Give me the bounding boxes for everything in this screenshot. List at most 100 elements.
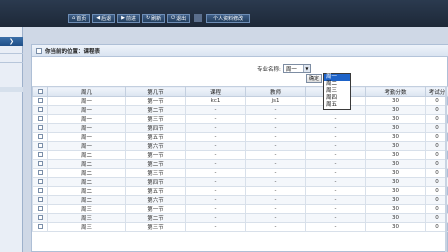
schedule-table: 周几 第几节 课程 教师 教室 考勤分数 考试分 周一第一节kc1js1jsmc… bbox=[32, 86, 448, 232]
table-cell: - bbox=[245, 114, 306, 124]
table-cell: 第二节 bbox=[125, 159, 186, 169]
table-cell: - bbox=[245, 105, 306, 115]
row-checkbox[interactable] bbox=[32, 186, 48, 196]
table-cell: - bbox=[245, 159, 306, 169]
row-checkbox[interactable] bbox=[32, 132, 48, 142]
table-cell: 第二节 bbox=[125, 213, 186, 223]
table-cell: - bbox=[305, 177, 366, 187]
checkbox-icon bbox=[37, 134, 43, 139]
table-cell: - bbox=[245, 213, 306, 223]
table-cell: - bbox=[245, 150, 306, 160]
row-checkbox[interactable] bbox=[32, 105, 48, 115]
row-checkbox[interactable] bbox=[32, 213, 48, 223]
table-cell: 30 bbox=[365, 132, 426, 142]
checkbox-icon bbox=[37, 188, 43, 193]
checkbox-icon bbox=[37, 125, 43, 130]
table-cell: 30 bbox=[365, 141, 426, 151]
table-cell: - bbox=[245, 186, 306, 196]
row-checkbox[interactable] bbox=[32, 123, 48, 133]
dropdown-option[interactable]: 周三 bbox=[324, 88, 350, 95]
row-checkbox[interactable] bbox=[32, 204, 48, 214]
table-cell: 第五节 bbox=[125, 186, 186, 196]
table-cell: 第一节 bbox=[125, 96, 186, 106]
row-checkbox[interactable] bbox=[32, 159, 48, 169]
dropdown-option[interactable]: 周一 bbox=[324, 74, 350, 81]
table-cell: 第四节 bbox=[125, 123, 186, 133]
table-cell: - bbox=[245, 132, 306, 142]
table-cell: 周三 bbox=[47, 222, 126, 232]
table-cell: 周二 bbox=[47, 177, 126, 187]
column-header: 课程 bbox=[185, 86, 246, 97]
logout-button[interactable]: ⏻ 退出 bbox=[167, 13, 191, 23]
checkbox-icon bbox=[37, 224, 43, 229]
checkbox-icon bbox=[37, 116, 43, 121]
table-row: 周三 第三节 - - -30 0 bbox=[32, 222, 448, 232]
table-cell: 30 bbox=[365, 150, 426, 160]
table-cell: 30 bbox=[365, 213, 426, 223]
row-checkbox[interactable] bbox=[32, 150, 48, 160]
sidebar-scrollbar[interactable] bbox=[0, 87, 23, 92]
row-checkbox[interactable] bbox=[32, 222, 48, 232]
table-cell: 周三 bbox=[47, 204, 126, 214]
table-cell: 第三节 bbox=[125, 222, 186, 232]
column-header: 第几节 bbox=[125, 86, 186, 97]
row-checkbox[interactable] bbox=[32, 195, 48, 205]
column-header: 周几 bbox=[47, 86, 126, 97]
table-cell: 周一 bbox=[47, 114, 126, 124]
refresh-button[interactable]: ↻ 刷新 bbox=[141, 13, 166, 23]
row-checkbox[interactable] bbox=[32, 114, 48, 124]
table-cell: - bbox=[245, 177, 306, 187]
sidebar-divider bbox=[0, 53, 23, 54]
table-cell: - bbox=[185, 186, 246, 196]
table-cell: 周一 bbox=[47, 105, 126, 115]
weekday-select[interactable]: 周一 ▼ bbox=[282, 64, 311, 73]
sidebar-toggle[interactable]: ❯ bbox=[0, 37, 23, 46]
back-label: 后退 bbox=[101, 15, 112, 22]
row-checkbox[interactable] bbox=[32, 141, 48, 151]
table-cell: 周二 bbox=[47, 150, 126, 160]
profile-edit-button[interactable]: 个人资料修改 bbox=[206, 13, 251, 23]
table-cell: kc1 bbox=[185, 96, 246, 106]
table-cell: 周一 bbox=[47, 141, 126, 151]
chevron-down-icon[interactable]: ▼ bbox=[302, 65, 310, 72]
table-cell: - bbox=[305, 204, 366, 214]
table-cell: 第三节 bbox=[125, 114, 186, 124]
table-cell: - bbox=[305, 186, 366, 196]
forward-button[interactable]: ▶ 前进 bbox=[117, 13, 140, 23]
select-all-checkbox[interactable] bbox=[32, 86, 48, 97]
dropdown-option[interactable]: 周四 bbox=[324, 95, 350, 102]
table-cell: - bbox=[305, 141, 366, 151]
main-content: 你当前的位置：课程表 专业名称: 周一 ▼ 确定 周一 周二 周三 周四 周五 … bbox=[31, 44, 448, 252]
refresh-icon: ↻ bbox=[145, 15, 151, 21]
sidebar-divider bbox=[0, 62, 23, 63]
table-cell: 周二 bbox=[47, 168, 126, 178]
table-cell: - bbox=[185, 150, 246, 160]
table-cell: - bbox=[245, 204, 306, 214]
checkbox-icon bbox=[37, 179, 43, 184]
back-button[interactable]: ◀ 后退 bbox=[92, 13, 116, 23]
checkbox-icon bbox=[37, 88, 43, 94]
table-cell: 30 bbox=[365, 177, 426, 187]
home-button[interactable]: ⌂ 首页 bbox=[68, 13, 91, 23]
row-checkbox[interactable] bbox=[32, 168, 48, 178]
home-label: 首页 bbox=[76, 15, 87, 22]
checkbox-icon bbox=[37, 107, 43, 112]
info-icon: ❯ bbox=[8, 38, 15, 45]
table-row: 周二 第五节 - - -30 0 bbox=[32, 186, 448, 196]
table-cell: - bbox=[185, 222, 246, 232]
row-checkbox[interactable] bbox=[32, 96, 48, 106]
row-checkbox[interactable] bbox=[32, 177, 48, 187]
table-row: 周二 第六节 - - -30 0 bbox=[32, 195, 448, 205]
checkbox-icon bbox=[37, 206, 43, 211]
table-cell: 周二 bbox=[47, 195, 126, 205]
filter-bar: 专业名称: 周一 ▼ bbox=[257, 64, 311, 73]
dropdown-option[interactable]: 周二 bbox=[324, 81, 350, 88]
table-scrollbar[interactable] bbox=[445, 86, 447, 252]
sidebar: ❯ bbox=[0, 27, 23, 252]
confirm-button[interactable]: 确定 bbox=[306, 74, 322, 83]
dropdown-option[interactable]: 周五 bbox=[324, 102, 350, 109]
top-bar: ⌂ 首页 ◀ 后退 ▶ 前进 ↻ 刷新 ⏻ 退出 个人资料修改 bbox=[0, 0, 448, 27]
breadcrumb: 你当前的位置：课程表 bbox=[32, 45, 448, 57]
table-cell: - bbox=[185, 123, 246, 133]
table-cell: - bbox=[305, 159, 366, 169]
